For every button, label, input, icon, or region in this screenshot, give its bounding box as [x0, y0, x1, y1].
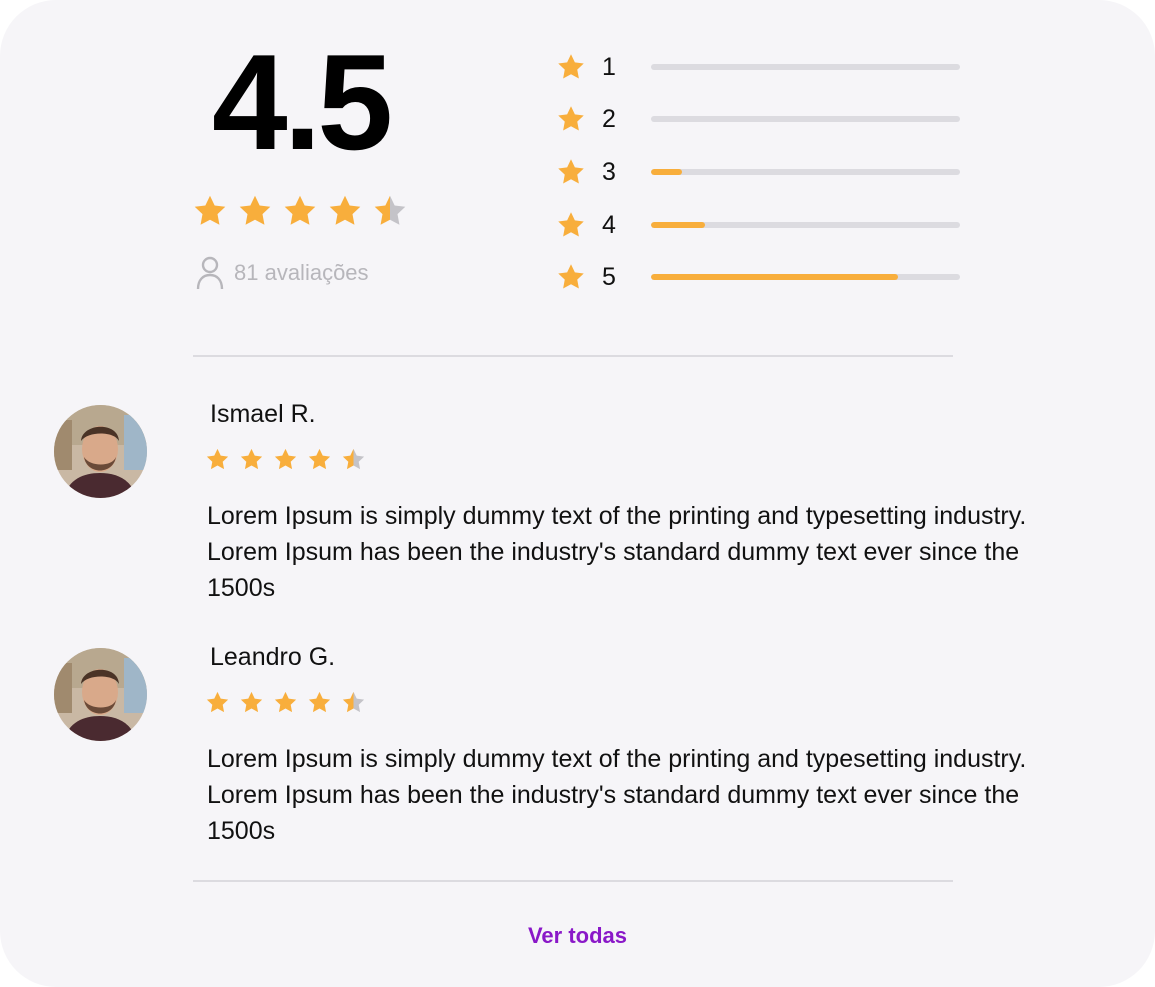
average-score: 4.5	[212, 26, 393, 178]
star-icon	[556, 52, 586, 82]
divider	[193, 880, 953, 882]
star-icon	[239, 690, 264, 715]
star-icon	[327, 193, 363, 229]
star-icon	[192, 193, 228, 229]
reviews-card: 4.5 81 avaliações 1 2 3 4 5 Ismael R. Lo…	[0, 0, 1155, 987]
distribution-bar-fill	[651, 222, 706, 228]
user-icon	[196, 256, 224, 290]
distribution-row-4: 4	[556, 210, 960, 240]
distribution-bar	[651, 274, 960, 280]
distribution-label: 3	[602, 158, 616, 186]
star-icon	[273, 447, 298, 472]
review-text: Lorem Ipsum is simply dummy text of the …	[207, 745, 1027, 845]
star-icon	[307, 447, 332, 472]
star-icon	[237, 193, 273, 229]
star-icon	[556, 104, 586, 134]
star-icon	[205, 447, 230, 472]
reviewer-name: Leandro G.	[210, 643, 336, 671]
avatar	[54, 405, 147, 498]
avatar	[54, 648, 147, 741]
distribution-row-5: 5	[556, 262, 960, 292]
distribution-bar	[651, 116, 960, 122]
distribution-bar-fill	[651, 274, 899, 280]
review-count: 81 avaliações	[196, 256, 369, 290]
review-star-rating	[205, 690, 366, 715]
distribution-row-1: 1	[556, 52, 960, 82]
half-star-icon	[372, 193, 408, 229]
distribution-row-3: 3	[556, 157, 960, 187]
star-icon	[205, 690, 230, 715]
distribution-row-2: 2	[556, 104, 960, 134]
star-icon	[273, 690, 298, 715]
star-icon	[556, 157, 586, 187]
distribution-bar	[651, 169, 960, 175]
star-icon	[556, 262, 586, 292]
distribution-label: 2	[602, 105, 616, 133]
distribution-bar	[651, 222, 960, 228]
see-all-link[interactable]: Ver todas	[0, 923, 1155, 949]
review-count-text: 81 avaliações	[234, 260, 369, 285]
divider	[193, 355, 953, 357]
distribution-bar-fill	[651, 169, 682, 175]
half-star-icon	[341, 690, 366, 715]
star-icon	[556, 210, 586, 240]
half-star-icon	[341, 447, 366, 472]
review-text: Lorem Ipsum is simply dummy text of the …	[207, 502, 1027, 602]
distribution-label: 4	[602, 211, 616, 239]
distribution-label: 5	[602, 263, 616, 291]
average-star-rating	[192, 193, 408, 229]
review-star-rating	[205, 447, 366, 472]
star-icon	[282, 193, 318, 229]
distribution-bar	[651, 64, 960, 70]
distribution-label: 1	[602, 53, 616, 81]
star-icon	[307, 690, 332, 715]
reviewer-name: Ismael R.	[210, 400, 316, 428]
star-icon	[239, 447, 264, 472]
